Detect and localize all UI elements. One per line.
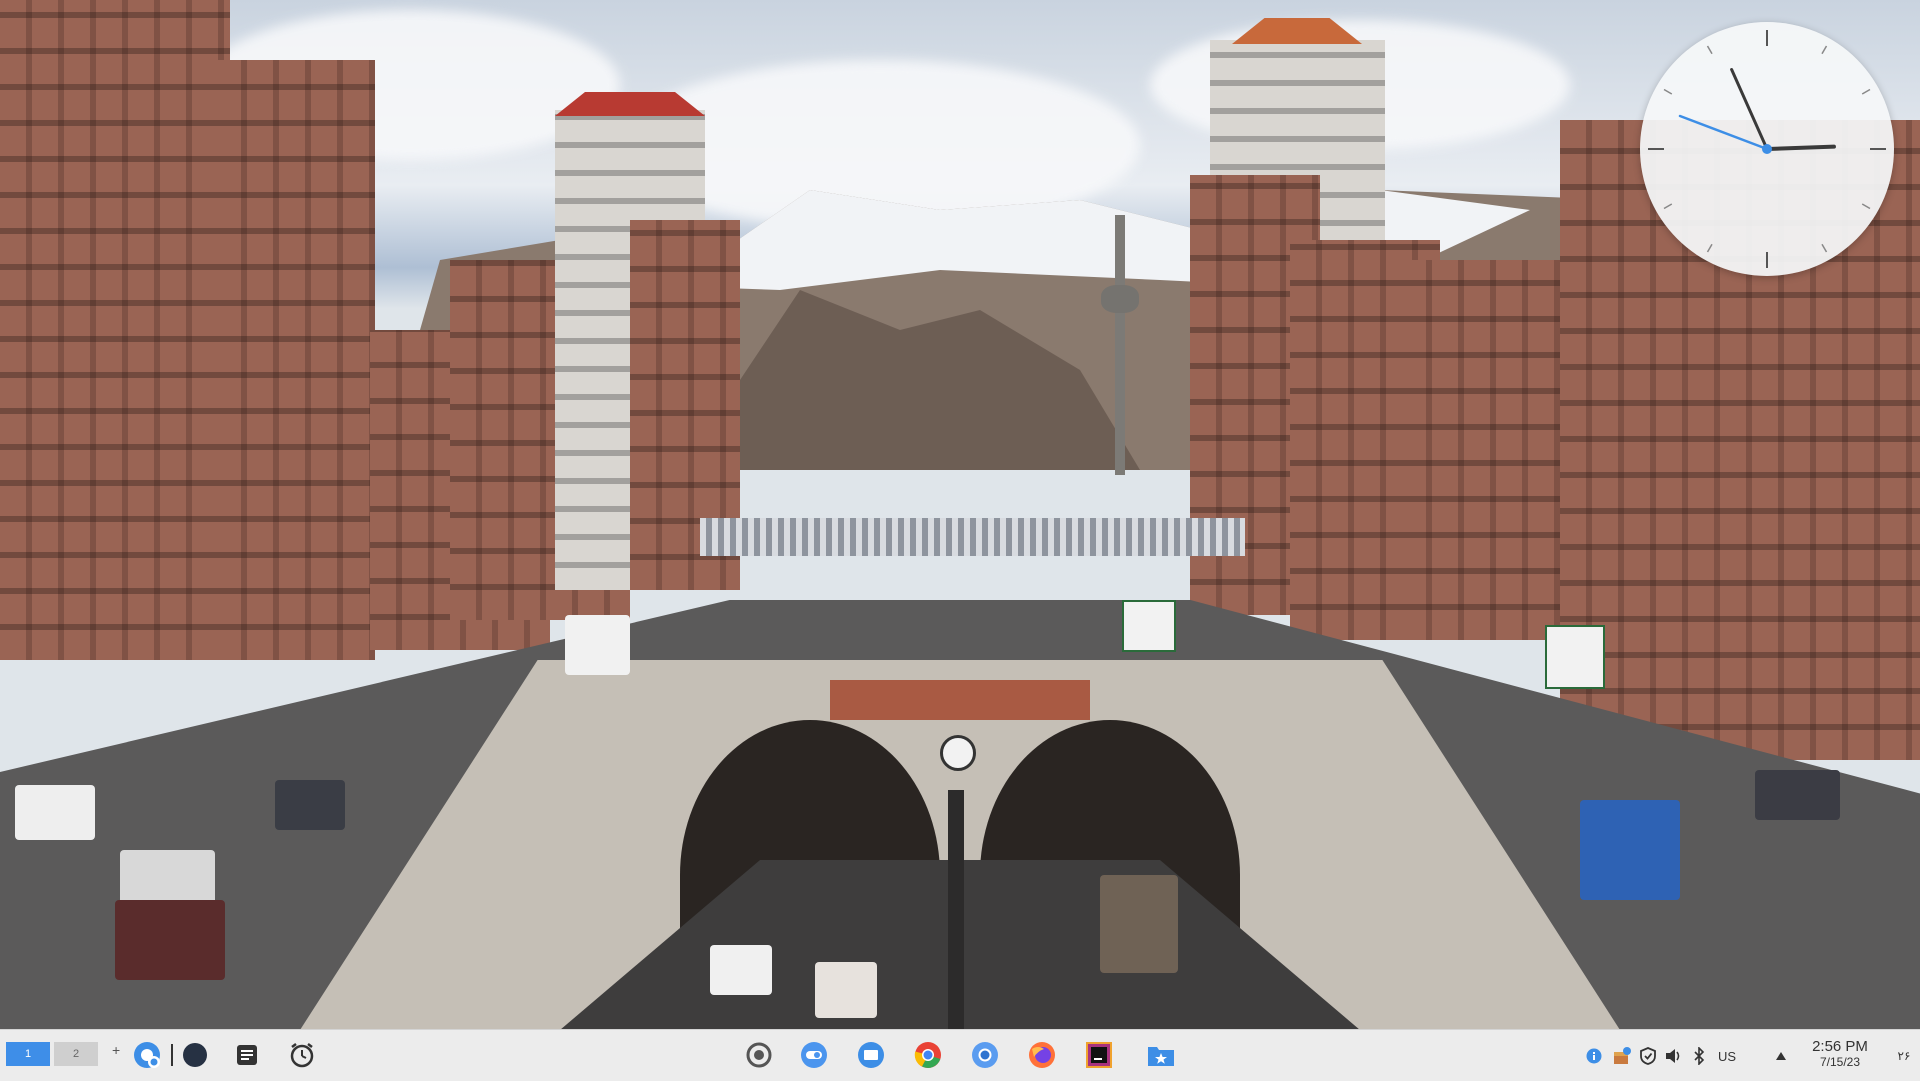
package-updates-icon[interactable]	[1610, 1046, 1632, 1066]
clock-face	[1648, 30, 1886, 268]
application-launcher-icon[interactable]	[133, 1041, 161, 1069]
pedestrian-bridge	[700, 518, 1245, 556]
volume-icon[interactable]	[1664, 1046, 1684, 1066]
building	[0, 0, 230, 660]
desktop-2[interactable]: 2	[54, 1042, 98, 1066]
bus	[565, 615, 630, 675]
chevron-up-icon[interactable]	[1773, 1046, 1789, 1066]
firefox-icon[interactable]	[1028, 1041, 1056, 1069]
file-manager-icon[interactable]	[857, 1041, 885, 1069]
locale-indicator[interactable]: ۲۶	[1893, 1046, 1915, 1066]
separator	[171, 1044, 173, 1066]
clock-hour-hand	[1765, 144, 1836, 151]
car	[710, 945, 772, 995]
analog-clock-widget[interactable]	[1640, 22, 1894, 276]
street-lamp-post	[948, 790, 964, 1029]
tv-tower	[1115, 215, 1125, 475]
add-desktop-button[interactable]: +	[112, 1042, 120, 1058]
security-shield-icon[interactable]	[1638, 1046, 1658, 1066]
keyboard-layout-indicator[interactable]: US	[1712, 1046, 1742, 1066]
car	[275, 780, 345, 830]
toggle-app-icon[interactable]	[800, 1041, 828, 1069]
taskbar: 1 2 + US 2:56 PM 7/15/23 ۲۶	[0, 1029, 1920, 1081]
desktop-1[interactable]: 1	[6, 1042, 50, 1066]
car	[15, 785, 95, 840]
wifi-icon[interactable]	[1748, 1046, 1766, 1066]
pickup-truck	[1580, 800, 1680, 900]
road-sign	[1545, 625, 1605, 689]
building	[215, 60, 375, 660]
alarm-clock-app-icon[interactable]	[288, 1041, 316, 1069]
terminal-app-icon[interactable]	[1085, 1041, 1113, 1069]
taskbar-time: 2:56 PM	[1812, 1038, 1868, 1055]
taskbar-date: 7/15/23	[1819, 1055, 1861, 1069]
dark-circle-app-icon[interactable]	[181, 1041, 209, 1069]
tunnel-facade	[830, 680, 1090, 720]
starred-folder-icon[interactable]	[1146, 1041, 1174, 1069]
road-sign	[1122, 600, 1176, 652]
notification-info-icon[interactable]	[1585, 1046, 1603, 1066]
tunnel-clock	[940, 735, 976, 771]
car	[1755, 770, 1840, 820]
tv-tower-head	[1101, 285, 1139, 313]
bluetooth-icon[interactable]	[1691, 1046, 1707, 1066]
notes-app-icon[interactable]	[233, 1041, 261, 1069]
chrome-icon[interactable]	[914, 1041, 942, 1069]
record-circle-icon[interactable]	[745, 1041, 773, 1069]
virtual-desktop-pager: 1 2	[6, 1042, 98, 1066]
truck	[1100, 875, 1178, 973]
car	[115, 900, 225, 980]
building	[1400, 260, 1570, 640]
taskbar-clock[interactable]: 2:56 PM 7/15/23	[1800, 1038, 1880, 1070]
desktop-wallpaper	[0, 0, 1920, 1029]
chromium-icon[interactable]	[971, 1041, 999, 1069]
clock-center	[1762, 144, 1772, 154]
car	[815, 962, 877, 1018]
